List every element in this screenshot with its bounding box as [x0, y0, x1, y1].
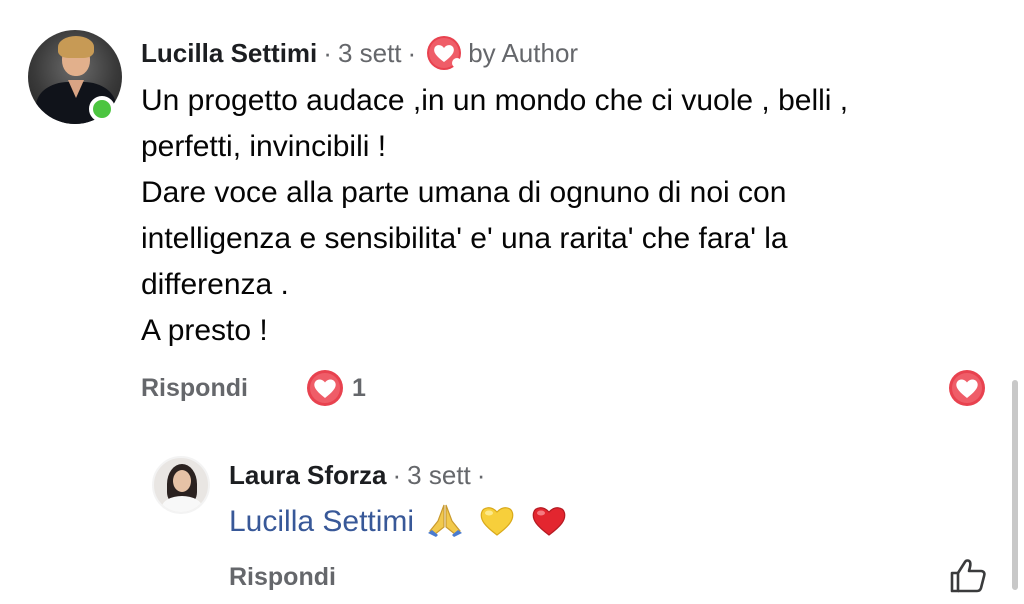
comment-text-line: intelligenza e sensibilita' e' una rarit… — [141, 222, 788, 255]
reply-actions: Rispondi — [229, 558, 336, 596]
reply-meta: · 3 sett · — [387, 460, 492, 491]
author-badge-label: by Author — [468, 37, 579, 68]
comment-header: Lucilla Settimi · 3 sett · by Author — [141, 33, 578, 73]
comment-text-line: A presto ! — [141, 314, 268, 347]
online-status-icon — [89, 96, 115, 122]
meta-separator: · — [476, 459, 486, 490]
scrollbar[interactable] — [1012, 380, 1018, 590]
red-heart-icon — [528, 499, 570, 546]
comment-author[interactable]: Lucilla Settimi — [141, 38, 317, 69]
comment-thread: Lucilla Settimi · 3 sett · by Author Un pr… — [0, 0, 1024, 604]
reaction-summary[interactable]: 1 — [306, 369, 366, 407]
comment-text-line: differenza . — [141, 268, 289, 301]
mention-link[interactable]: Lucilla Settimi — [229, 505, 414, 539]
reaction-count: 1 — [351, 373, 366, 402]
comment-timestamp[interactable]: 3 sett — [338, 38, 402, 68]
reply-text: Lucilla Settimi — [229, 500, 570, 544]
meta-separator: · — [323, 37, 332, 68]
comment-text-line: Un progetto audace ,in un mondo che ci v… — [141, 84, 849, 117]
yellow-heart-icon — [476, 499, 518, 546]
meta-separator: · — [407, 37, 417, 68]
comment-text-line: Dare voce alla parte umana di ognuno di … — [141, 176, 787, 209]
thumbs-up-icon[interactable] — [948, 556, 988, 599]
reply-author[interactable]: Laura Sforza — [229, 460, 387, 491]
heart-icon — [949, 370, 985, 406]
author-heart-icon — [426, 35, 463, 71]
comment-text: Un progetto audace ,in un mondo che ci v… — [141, 78, 1001, 354]
reply-button[interactable]: Rispondi — [141, 374, 248, 403]
folded-hands-icon — [424, 499, 466, 546]
avatar-laura-sforza[interactable] — [152, 456, 210, 514]
meta-separator: · — [392, 459, 402, 490]
reply-button[interactable]: Rispondi — [229, 563, 336, 592]
comment-actions: Rispondi 1 — [141, 368, 366, 408]
comment-text-line: perfetti, invincibili ! — [141, 130, 387, 163]
comment-meta: · 3 sett · — [317, 38, 422, 69]
love-reaction-button[interactable] — [948, 369, 986, 412]
reply-timestamp[interactable]: 3 sett — [407, 460, 471, 490]
reply-header: Laura Sforza · 3 sett · — [229, 456, 491, 494]
heart-icon — [306, 370, 343, 406]
